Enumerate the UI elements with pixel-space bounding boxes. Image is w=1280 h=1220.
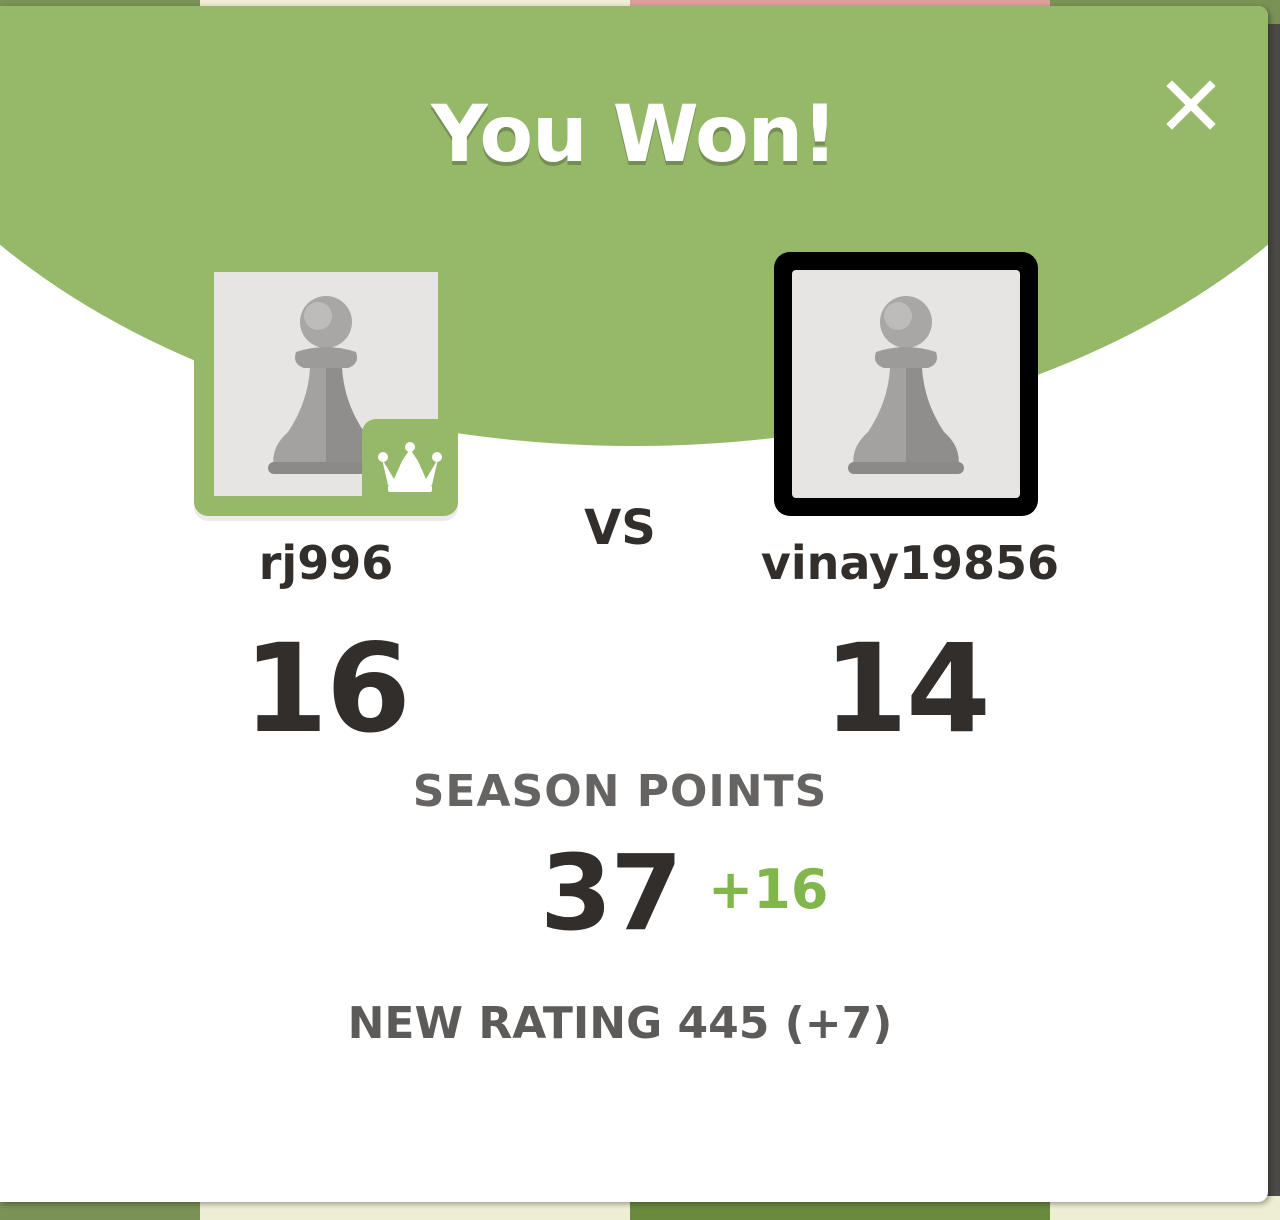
player-score-left: 16 bbox=[243, 618, 411, 760]
pawn-icon bbox=[848, 296, 964, 474]
player-name-right[interactable]: vinay19856 bbox=[720, 536, 1100, 590]
player-avatar-right[interactable] bbox=[774, 252, 1038, 516]
winner-badge bbox=[362, 419, 458, 515]
player-name-left[interactable]: rj996 bbox=[176, 536, 476, 590]
game-over-modal: You Won! VS rj996 vinay19856 16 14 SEASO… bbox=[0, 6, 1268, 1202]
result-title: You Won! bbox=[431, 90, 838, 180]
versus-label: VS bbox=[584, 500, 656, 556]
season-points-label: SEASON POINTS bbox=[412, 766, 828, 817]
close-icon bbox=[1166, 80, 1216, 130]
close-button[interactable] bbox=[1162, 76, 1220, 134]
crown-icon bbox=[378, 442, 442, 492]
season-points-delta: +16 bbox=[708, 858, 829, 921]
new-rating: NEW RATING 445 (+7) bbox=[347, 998, 893, 1049]
player-score-right: 14 bbox=[823, 618, 991, 760]
season-points-value: 37 bbox=[540, 832, 683, 954]
modal-header-background bbox=[0, 6, 1268, 446]
